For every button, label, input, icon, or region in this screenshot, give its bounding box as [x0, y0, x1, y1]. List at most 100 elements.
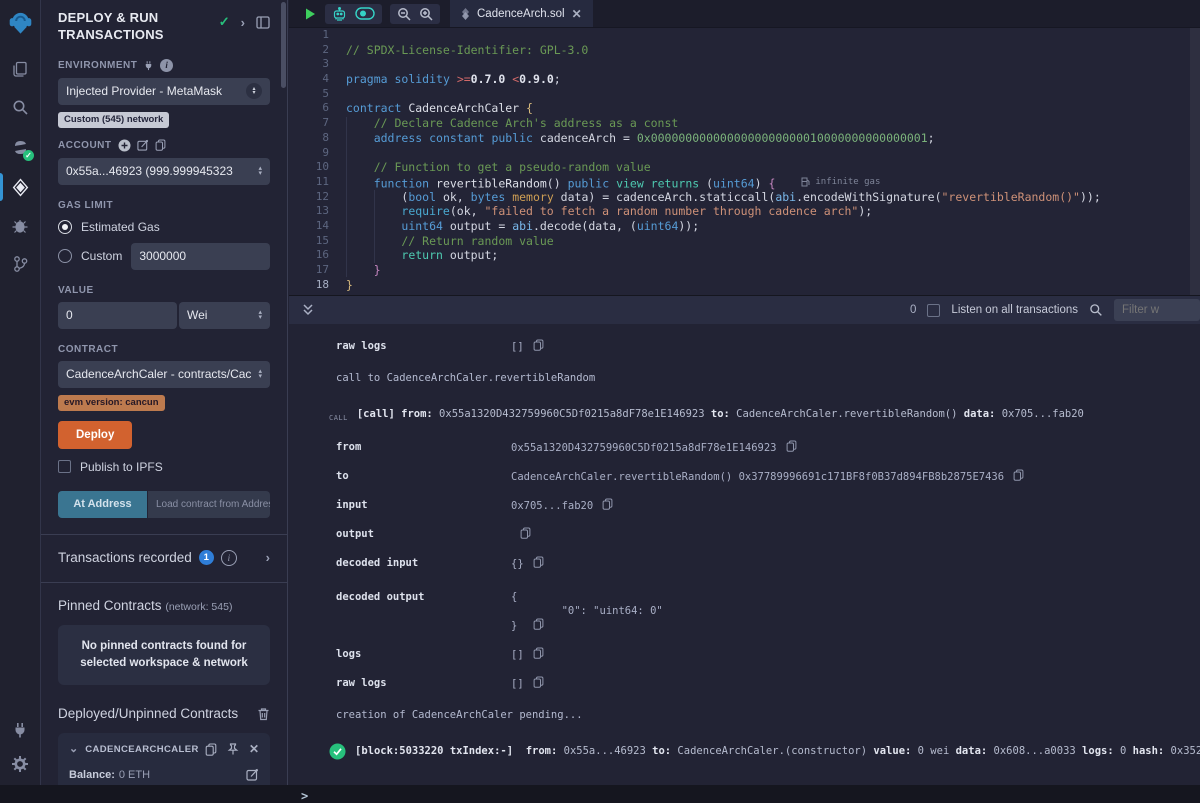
contract-select[interactable]: CadenceArchCaler - contracts/Cac ▴▾ [58, 361, 270, 388]
at-address-button[interactable]: At Address [58, 491, 147, 518]
publish-ipfs-option[interactable]: Publish to IPFS [58, 460, 270, 474]
deployed-contract-title: CADENCEARCHCALER AT 0X [85, 744, 198, 755]
plugin-manager-icon[interactable] [0, 713, 40, 747]
code-line: 7 // Declare Cadence Arch's address as a… [289, 116, 1200, 131]
value-input[interactable]: 0 [58, 302, 177, 329]
code-line: 1 [289, 28, 1200, 43]
copy-account-icon[interactable] [155, 139, 166, 151]
plug-icon[interactable] [143, 60, 154, 71]
terminal-entry: call to CadenceArchCaler.revertibleRando… [289, 371, 1200, 385]
environment-info-icon[interactable]: i [160, 59, 173, 72]
close-tab-icon[interactable]: ✕ [572, 7, 582, 21]
remix-ide: ✓ DEPLOY & RUN TRANSACTIONS ✓ › [0, 0, 1200, 785]
copy-icon[interactable] [533, 339, 544, 351]
environment-select[interactable]: Injected Provider - MetaMask ▴▾ [58, 78, 270, 105]
zoom-out-icon[interactable] [397, 7, 411, 21]
terminal-prompt[interactable]: > [289, 789, 1200, 803]
panel-forward-icon[interactable]: › [241, 16, 245, 29]
copy-icon[interactable] [533, 676, 544, 688]
custom-gas-option[interactable]: Custom 3000000 [58, 243, 270, 270]
editor-scrollbar[interactable] [1190, 28, 1200, 295]
activity-bar: ✓ [0, 0, 41, 785]
search-icon[interactable] [0, 90, 40, 124]
listen-checkbox[interactable] [927, 304, 940, 317]
pinned-empty-message: No pinned contracts found for selected w… [58, 625, 270, 686]
line-number: 12 [289, 190, 329, 205]
custom-gas-input[interactable]: 3000000 [131, 243, 270, 270]
gas-limit-label: GAS LIMIT [58, 200, 270, 211]
copy-icon[interactable] [520, 527, 531, 539]
terminal-entry: input0x705...fab20 [289, 498, 1200, 513]
terminal-entry: output [289, 527, 1200, 542]
ai-assistant-robot-icon[interactable] [332, 7, 347, 21]
code-editor[interactable]: 12// SPDX-License-Identifier: GPL-3.034p… [289, 28, 1200, 295]
terminal-entry: logs[] [289, 647, 1200, 662]
estimated-gas-option[interactable]: Estimated Gas [58, 220, 270, 234]
radio-unselected-icon[interactable] [58, 249, 72, 263]
settings-gear-icon[interactable] [0, 747, 40, 781]
copilot-toggle-icon[interactable] [355, 7, 375, 20]
add-account-icon[interactable] [118, 139, 131, 152]
code-line: 17 } [289, 263, 1200, 278]
git-icon[interactable] [0, 247, 40, 281]
deployed-contracts-title: Deployed/Unpinned Contracts [58, 706, 238, 721]
code-line: 8 address constant public cadenceArch = … [289, 131, 1200, 146]
filter-input[interactable] [1114, 299, 1200, 321]
edit-account-icon[interactable] [137, 139, 149, 151]
panel-scrollbar[interactable] [281, 2, 286, 88]
debugger-icon[interactable] [0, 209, 40, 243]
copy-icon[interactable] [1013, 469, 1024, 481]
chevron-updown-icon: ▴▾ [258, 369, 262, 379]
copy-icon[interactable] [205, 743, 217, 756]
environment-label: ENVIRONMENT i [58, 59, 270, 72]
value-unit-select[interactable]: Wei ▴▾ [179, 302, 270, 329]
info-icon[interactable]: i [221, 550, 237, 566]
remix-logo[interactable] [0, 0, 40, 44]
terminal-entry: raw logs[] [289, 339, 1200, 354]
account-select[interactable]: 0x55a...46923 (999.999945323 ▴▾ [58, 158, 270, 185]
deployed-contract-card: ⌄ CADENCEARCHCALER AT 0X ✕ Balance: 0 ET… [58, 733, 270, 785]
edit-balance-icon[interactable] [246, 768, 259, 781]
code-line: 16 return output; [289, 248, 1200, 263]
tab-cadencearch[interactable]: CadenceArch.sol ✕ [450, 0, 593, 27]
line-number: 9 [289, 146, 329, 161]
deploy-run-icon[interactable] [0, 170, 40, 204]
terminal-entry: decoded input{} [289, 556, 1200, 571]
line-number: 3 [289, 57, 329, 72]
copy-icon[interactable] [602, 498, 613, 510]
copy-icon[interactable] [533, 618, 544, 630]
solidity-file-icon [461, 8, 470, 20]
close-icon[interactable]: ✕ [249, 742, 259, 756]
radio-selected-icon[interactable] [58, 220, 72, 234]
copy-icon[interactable] [533, 647, 544, 659]
expand-icon[interactable]: › [266, 551, 270, 564]
terminal-entry: raw logs[] [289, 676, 1200, 691]
run-script-button[interactable] [303, 7, 317, 21]
collapse-terminal-icon[interactable] [302, 303, 314, 317]
transactions-recorded-row[interactable]: Transactions recorded 1 i › [58, 537, 270, 566]
zoom-in-icon[interactable] [419, 7, 433, 21]
tx-count-badge: 1 [199, 550, 214, 565]
code-area: 12// SPDX-License-Identifier: GPL-3.034p… [289, 28, 1200, 292]
gas-pump-icon [801, 177, 810, 187]
code-line: 6contract CadenceArchCaler { [289, 101, 1200, 116]
pin-panel-icon[interactable] [256, 16, 270, 29]
checkbox-icon[interactable] [58, 460, 71, 473]
terminal-entry: decoded output{ "0": "uint64: 0" } [289, 581, 1200, 633]
file-explorer-icon[interactable] [0, 52, 40, 86]
account-label: ACCOUNT [58, 139, 270, 152]
pin-icon[interactable] [227, 743, 239, 756]
copy-icon[interactable] [786, 440, 797, 452]
deploy-button[interactable]: Deploy [58, 421, 132, 449]
code-line: 10 // Function to get a pseudo-random va… [289, 160, 1200, 175]
line-number: 4 [289, 72, 329, 87]
at-address-input[interactable]: Load contract from Addres [148, 491, 270, 518]
code-line: 13 require(ok, "failed to fetch a random… [289, 204, 1200, 219]
terminal-entry: from0x55a1320D432759960C5Df0215a8dF78e1E… [289, 440, 1200, 455]
search-icon[interactable] [1089, 303, 1103, 317]
gas-estimate-annotation: infinite gas [801, 175, 880, 190]
collapse-icon[interactable]: ⌄ [69, 744, 78, 755]
copy-icon[interactable] [533, 556, 544, 568]
solidity-compiler-icon[interactable]: ✓ [0, 130, 40, 164]
trash-icon[interactable] [257, 707, 270, 721]
